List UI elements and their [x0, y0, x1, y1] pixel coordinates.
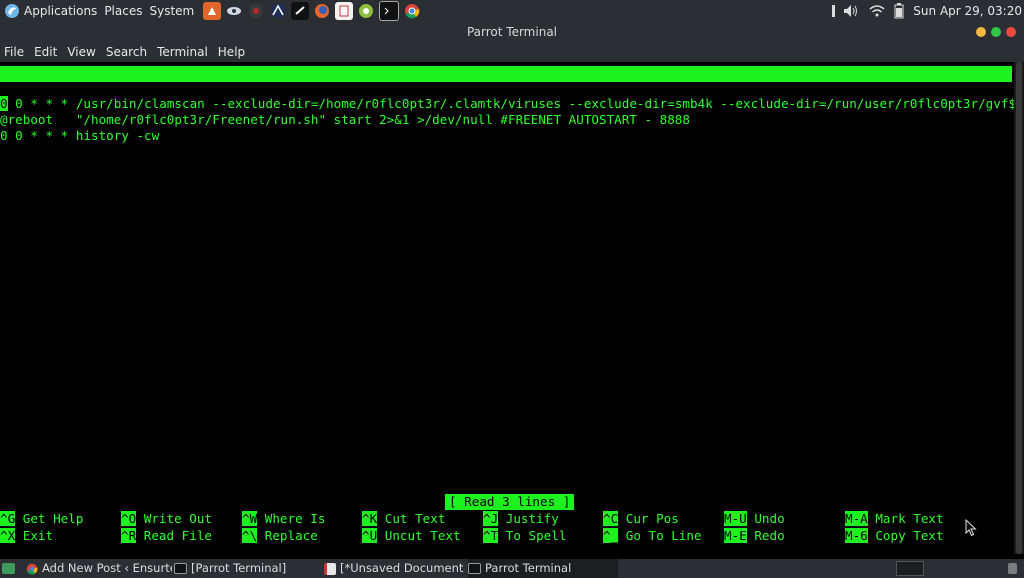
volume-icon[interactable] [843, 4, 861, 18]
status-message: [ Read 3 lines ] [445, 494, 575, 510]
show-desktop-icon [2, 563, 15, 574]
menu-view[interactable]: View [62, 42, 100, 62]
shortcut-to-spell[interactable]: ^T To Spell [483, 528, 566, 544]
shortcut-exit[interactable]: ^X Exit [0, 528, 53, 544]
show-desktop-button[interactable] [2, 559, 18, 578]
file-line[interactable]: 0 0 * * * history -cw [0, 128, 1016, 144]
keyboard-indicator-icon[interactable] [832, 5, 836, 17]
eye-icon[interactable] [225, 2, 243, 20]
window-titlebar[interactable]: Parrot Terminal [0, 22, 1024, 42]
top-panel: Applications Places System Sun Apr 29, 0… [0, 0, 1024, 22]
shortcut-copy-text[interactable]: M-6 Copy Text [845, 528, 944, 544]
terminal-scrollbar[interactable] [1014, 62, 1024, 554]
workspace-switcher[interactable] [894, 559, 926, 578]
scrollbar-thumb[interactable] [1016, 62, 1022, 554]
file-line[interactable]: 0 0 * * * /usr/bin/clamscan --exclude-di… [0, 96, 1016, 112]
taskbar-item-label: Parrot Terminal [485, 561, 572, 575]
maltego-icon[interactable] [269, 2, 287, 20]
terminal-icon [174, 563, 187, 574]
terminal-icon[interactable] [291, 2, 310, 20]
wifi-icon[interactable] [869, 4, 885, 18]
terminal-icon [468, 563, 481, 574]
shortcut-cut-text[interactable]: ^K Cut Text [362, 511, 445, 527]
shortcut-redo[interactable]: M-E Redo [724, 528, 785, 544]
terminal-area[interactable]: GNU nano 2.9.5 /tmp/crontab.jCTXKn/cront… [0, 62, 1016, 554]
line-text: 0 0 * * * history -cw [0, 128, 160, 143]
file-content[interactable]: 0 0 * * * /usr/bin/clamscan --exclude-di… [0, 96, 1016, 144]
shortcut-justify[interactable]: ^J Justify [483, 511, 559, 527]
nano-header: GNU nano 2.9.5 /tmp/crontab.jCTXKn/cront… [0, 66, 1012, 113]
shortcut-cur-pos[interactable]: ^C Cur Pos [603, 511, 679, 527]
minimize-button[interactable] [976, 27, 986, 37]
shortcut-uncut-text[interactable]: ^U Uncut Text [362, 528, 461, 544]
maximize-button[interactable] [991, 27, 1001, 37]
terminal-menubar: File Edit View Search Terminal Help [0, 42, 1024, 62]
taskbar-item[interactable]: Add New Post ‹ Ensurte… [26, 559, 172, 578]
taskbar-item[interactable]: [Parrot Terminal] [174, 559, 318, 578]
chrome-icon[interactable] [403, 2, 421, 20]
places-menu[interactable]: Places [104, 0, 149, 22]
close-button[interactable] [1006, 27, 1016, 37]
parrot-logo-icon[interactable] [4, 3, 20, 19]
console-icon[interactable] [379, 1, 400, 21]
workspace-1[interactable] [896, 561, 924, 576]
applications-menu[interactable]: Applications [24, 0, 104, 22]
burp-icon[interactable] [203, 2, 222, 20]
bottom-taskbar: Add New Post ‹ Ensurte… [Parrot Terminal… [0, 559, 1024, 578]
file-line[interactable]: @reboot "/home/r0flc0pt3r/Freenet/run.sh… [0, 112, 1016, 128]
menu-search[interactable]: Search [101, 42, 152, 62]
shortcut-go-to-line[interactable]: ^_ Go To Line [603, 528, 702, 544]
text-cursor: 0 [0, 96, 8, 111]
taskbar-item[interactable]: [*Unsaved Document 1… [324, 559, 466, 578]
shortcut-undo[interactable]: M-U Undo [724, 511, 785, 527]
firefox-icon[interactable] [313, 2, 331, 20]
document-viewer-icon[interactable] [335, 2, 354, 20]
window-title: Parrot Terminal [466, 25, 558, 39]
line-text: @reboot "/home/r0flc0pt3r/Freenet/run.sh… [0, 112, 690, 127]
menu-terminal[interactable]: Terminal [152, 42, 213, 62]
shortcut-where-is[interactable]: ^W Where Is [242, 511, 325, 527]
menu-help[interactable]: Help [213, 42, 250, 62]
network-icon[interactable] [357, 2, 375, 20]
shortcut-replace[interactable]: ^\ Replace [242, 528, 318, 544]
taskbar-item-label: Add New Post ‹ Ensurte… [42, 561, 172, 575]
taskbar-item-label: [*Unsaved Document 1… [340, 561, 466, 575]
clock[interactable]: Sun Apr 29, 03:20 [913, 4, 1024, 18]
taskbar-item-label: [Parrot Terminal] [191, 561, 287, 575]
text-editor-icon [324, 562, 336, 575]
shortcut-read-file[interactable]: ^R Read File [121, 528, 212, 544]
chrome-icon [26, 563, 38, 574]
menu-edit[interactable]: Edit [29, 42, 62, 62]
mouse-pointer-icon [965, 519, 977, 537]
shortcut-get-help[interactable]: ^G Get Help [0, 511, 83, 527]
trash-icon [1008, 563, 1017, 574]
taskbar-item-active[interactable]: Parrot Terminal [468, 559, 618, 578]
metasploit-icon[interactable] [247, 2, 265, 20]
line-text: 0 * * * /usr/bin/clamscan --exclude-dir=… [7, 96, 1017, 111]
shortcut-mark-text[interactable]: M-A Mark Text [845, 511, 944, 527]
battery-icon[interactable] [893, 3, 905, 19]
trash-button[interactable] [1008, 559, 1022, 578]
system-menu[interactable]: System [149, 0, 201, 22]
shortcut-write-out[interactable]: ^O Write Out [121, 511, 212, 527]
menu-file[interactable]: File [0, 42, 29, 62]
